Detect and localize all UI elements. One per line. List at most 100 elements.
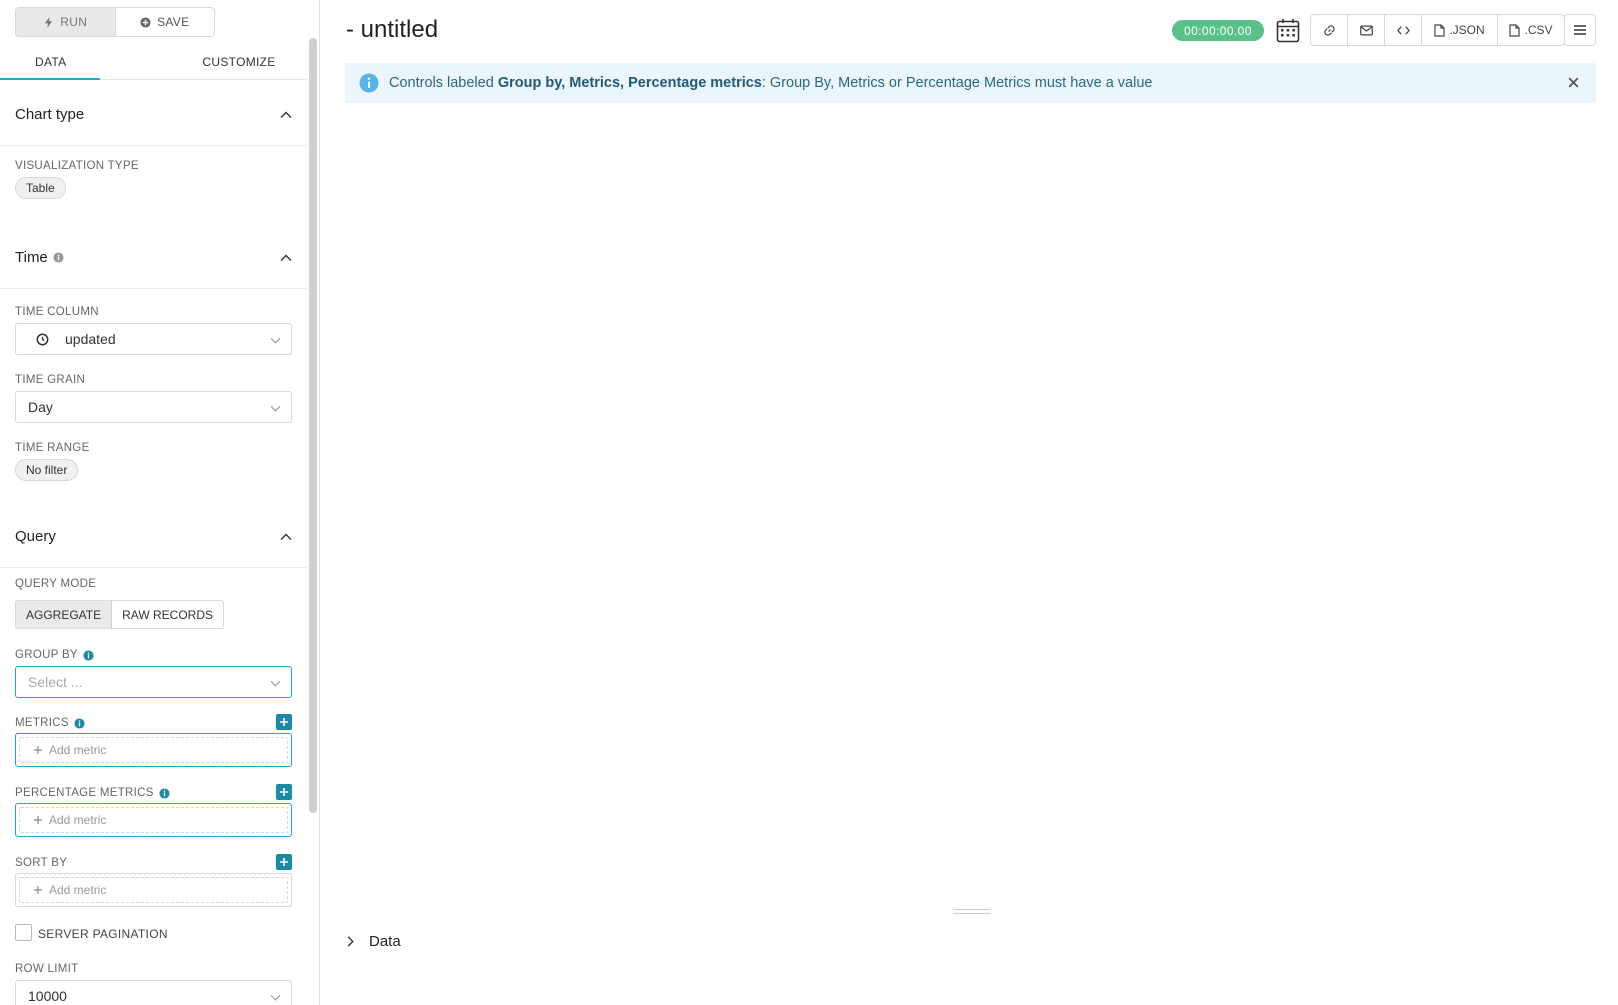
- metrics-label-text: METRICS: [15, 717, 69, 729]
- section-time-title-wrap: Time: [15, 249, 64, 266]
- time-column-label: TIME COLUMN: [15, 306, 99, 318]
- time-range-pill[interactable]: No filter: [15, 459, 79, 481]
- data-pane-label: Data: [369, 933, 401, 950]
- code-icon: [1396, 25, 1410, 35]
- viz-type-label: VISUALIZATION TYPE: [15, 160, 139, 172]
- info-icon: [83, 649, 94, 661]
- pct-metrics-add-text: Add metric: [49, 813, 107, 827]
- server-pagination-label: SERVER PAGINATION: [38, 927, 168, 941]
- group-by-select[interactable]: Select ...: [15, 666, 292, 698]
- tab-customize[interactable]: CUSTOMIZE: [171, 44, 307, 79]
- more-options-button[interactable]: [1564, 14, 1596, 46]
- export-csv-label: .CSV: [1524, 23, 1553, 37]
- chevron-up-icon: [280, 254, 292, 261]
- pct-metrics-input[interactable]: Add metric: [15, 803, 292, 837]
- plus-icon: [34, 816, 42, 824]
- section-query[interactable]: Query: [0, 506, 307, 568]
- chevron-up-icon: [280, 111, 292, 118]
- section-time-title: Time: [15, 249, 48, 266]
- metrics-add-area[interactable]: Add metric: [19, 737, 288, 763]
- row-limit-label-text: ROW LIMIT: [15, 963, 79, 975]
- plus-icon: [280, 858, 288, 866]
- plus-icon: [34, 886, 42, 894]
- save-label: SAVE: [157, 15, 190, 29]
- mode-aggregate-button[interactable]: AGGREGATE: [16, 601, 113, 628]
- info-icon: [359, 73, 379, 93]
- sort-by-add-area[interactable]: Add metric: [19, 877, 288, 903]
- sort-by-label: SORT BY: [15, 857, 67, 869]
- section-time[interactable]: Time: [0, 227, 307, 289]
- hamburger-icon: [1574, 25, 1586, 35]
- time-grain-value: Day: [28, 399, 53, 415]
- query-timer: 00:00:00.00: [1172, 20, 1264, 41]
- info-icon: [53, 252, 64, 263]
- control-panel: RUN SAVE DATA CUSTOMIZE Chart type VISUA…: [0, 0, 320, 1005]
- metrics-add-text: Add metric: [49, 743, 107, 757]
- alert-message: Controls labeled Group by, Metrics, Perc…: [389, 75, 1152, 91]
- chart-area: - untitled 00:00:00.00 .JSON .CSV Contro…: [321, 0, 1618, 1005]
- data-pane-toggle[interactable]: Data: [346, 933, 401, 950]
- time-column-select[interactable]: updated: [15, 323, 292, 355]
- alert-prefix: Controls labeled: [389, 75, 498, 91]
- export-toolbar: .JSON .CSV: [1310, 14, 1565, 46]
- export-csv-button[interactable]: .CSV: [1498, 15, 1564, 45]
- calendar-icon[interactable]: [1276, 18, 1300, 43]
- viz-type-pill[interactable]: Table: [15, 177, 66, 199]
- mode-aggregate-label: AGGREGATE: [26, 607, 102, 622]
- mode-raw-records-button[interactable]: RAW RECORDS: [112, 601, 223, 628]
- resize-handle[interactable]: [953, 909, 991, 914]
- mode-raw-label: RAW RECORDS: [122, 607, 214, 622]
- panel-scrollbar[interactable]: [309, 38, 317, 813]
- plus-circle-icon: [140, 16, 151, 28]
- time-range-value: No filter: [26, 463, 68, 477]
- chevron-down-icon: [270, 337, 281, 344]
- copy-link-button[interactable]: [1311, 15, 1348, 45]
- query-mode-toggle: AGGREGATE RAW RECORDS: [15, 600, 225, 629]
- file-icon: [1434, 23, 1445, 37]
- pct-metrics-label-text: PERCENTAGE METRICS: [15, 787, 154, 799]
- tab-data-label: DATA: [35, 54, 67, 69]
- row-limit-label: ROW LIMIT: [15, 963, 78, 975]
- plus-icon: [280, 788, 288, 796]
- pct-metrics-add-area[interactable]: Add metric: [19, 807, 288, 833]
- run-label: RUN: [60, 15, 88, 29]
- sort-by-input[interactable]: Add metric: [15, 873, 292, 907]
- section-chart-type[interactable]: Chart type: [0, 84, 307, 146]
- metrics-label: METRICS: [15, 717, 85, 729]
- section-query-title: Query: [15, 528, 56, 545]
- chevron-up-icon: [280, 533, 292, 540]
- sort-by-add-button[interactable]: [276, 854, 292, 870]
- close-icon[interactable]: [1567, 76, 1580, 89]
- query-mode-label: QUERY MODE: [15, 578, 96, 590]
- chart-title[interactable]: - untitled: [346, 16, 438, 44]
- pct-metrics-label: PERCENTAGE METRICS: [15, 787, 170, 799]
- time-column-value: updated: [65, 331, 116, 347]
- time-grain-select[interactable]: Day: [15, 391, 292, 423]
- section-chart-type-title: Chart type: [15, 106, 85, 123]
- link-icon: [1323, 24, 1335, 36]
- viz-type-value: Table: [26, 181, 55, 195]
- metrics-input[interactable]: Add metric: [15, 733, 292, 767]
- embed-code-button[interactable]: [1385, 15, 1422, 45]
- export-json-button[interactable]: .JSON: [1422, 15, 1498, 45]
- info-icon: [74, 717, 85, 729]
- run-save-group: RUN SAVE: [15, 7, 215, 37]
- time-column-label-text: TIME COLUMN: [15, 306, 99, 318]
- share-email-button[interactable]: [1348, 15, 1385, 45]
- pct-metrics-add-button[interactable]: [276, 784, 292, 800]
- plus-icon: [34, 746, 42, 754]
- chevron-down-icon: [270, 680, 281, 687]
- sort-by-add-text: Add metric: [49, 883, 107, 897]
- info-icon: [159, 787, 170, 799]
- alert-suffix: : Group By, Metrics or Percentage Metric…: [761, 75, 1153, 91]
- chevron-down-icon: [270, 405, 281, 412]
- run-button[interactable]: RUN: [16, 8, 116, 36]
- panel-tabs: DATA CUSTOMIZE: [0, 44, 307, 80]
- lightning-icon: [45, 16, 53, 28]
- metrics-add-button[interactable]: [276, 714, 292, 730]
- save-button[interactable]: SAVE: [115, 8, 214, 36]
- validation-alert: Controls labeled Group by, Metrics, Perc…: [345, 63, 1596, 103]
- server-pagination-checkbox[interactable]: [15, 924, 32, 941]
- row-limit-select[interactable]: 10000: [15, 980, 292, 1005]
- tab-data[interactable]: DATA: [0, 44, 171, 80]
